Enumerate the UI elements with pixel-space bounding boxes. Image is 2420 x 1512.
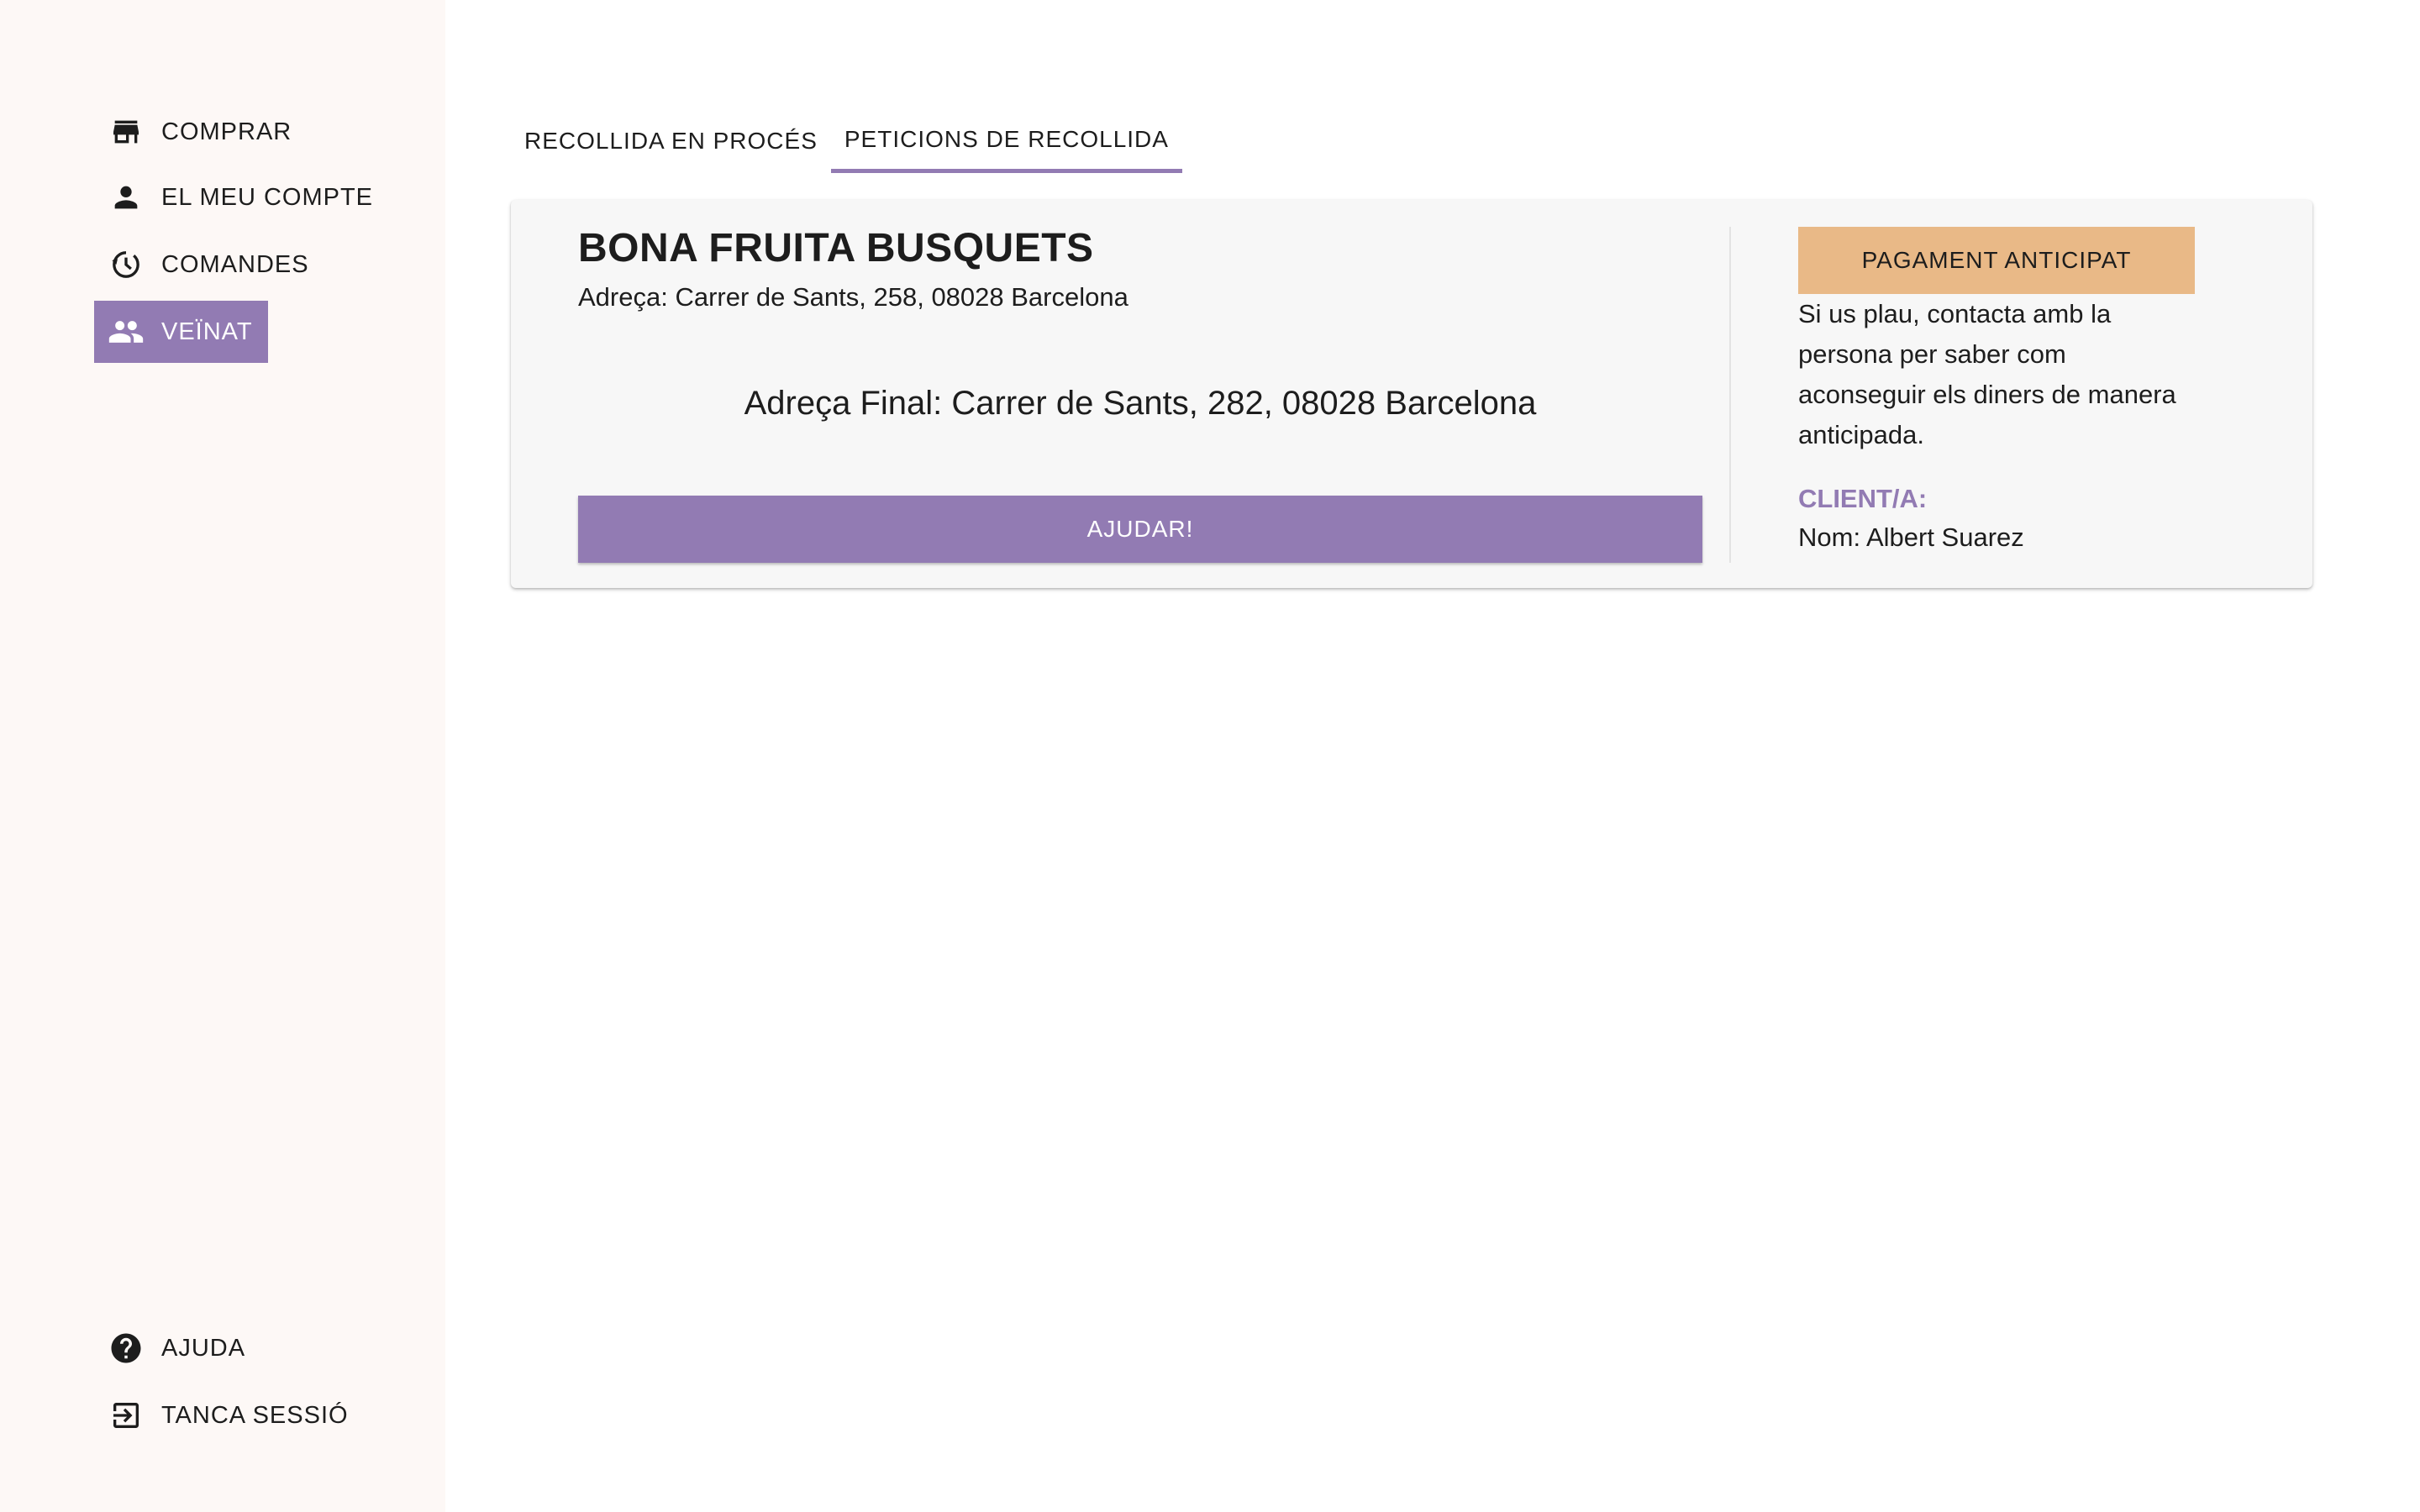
help-button[interactable]: AJUDAR! bbox=[578, 496, 1702, 563]
app: COMPRAR EL MEU COMPTE COMANDES VEÏNAT AJ… bbox=[0, 0, 2420, 1512]
client-name: Nom: Albert Suarez bbox=[1798, 522, 2024, 552]
sidebar-item-label: AJUDA bbox=[161, 1334, 246, 1362]
sidebar-item-ajuda[interactable]: AJUDA bbox=[94, 1317, 260, 1379]
person-icon bbox=[108, 179, 145, 216]
help-icon bbox=[108, 1330, 145, 1367]
sidebar: COMPRAR EL MEU COMPTE COMANDES VEÏNAT AJ… bbox=[0, 0, 445, 1512]
request-card: BONA FRUITA BUSQUETS Adreça: Carrer de S… bbox=[511, 200, 2312, 588]
payment-badge: PAGAMENT ANTICIPAT bbox=[1798, 227, 2195, 294]
history-icon bbox=[108, 246, 145, 283]
sidebar-item-veinat[interactable]: VEÏNAT bbox=[94, 301, 268, 363]
tab-bar: RECOLLIDA EN PROCÉS PETICIONS DE RECOLLI… bbox=[511, 109, 1182, 173]
tab-peticions-de-recollida[interactable]: PETICIONS DE RECOLLIDA bbox=[830, 109, 1182, 173]
final-address: Adreça Final: Carrer de Sants, 282, 0802… bbox=[744, 385, 1537, 422]
sidebar-item-label: COMPRAR bbox=[161, 118, 292, 145]
client-heading: CLIENT/A: bbox=[1798, 484, 1928, 513]
sidebar-item-label: COMANDES bbox=[161, 250, 309, 278]
sidebar-item-el-meu-compte[interactable]: EL MEU COMPTE bbox=[94, 166, 388, 228]
sidebar-item-comandes[interactable]: COMANDES bbox=[94, 234, 324, 296]
people-icon bbox=[108, 313, 145, 350]
sidebar-item-label: EL MEU COMPTE bbox=[161, 183, 374, 211]
shop-name: BONA FRUITA BUSQUETS bbox=[578, 226, 1094, 270]
store-icon bbox=[108, 113, 145, 150]
tab-recollida-en-proces[interactable]: RECOLLIDA EN PROCÉS bbox=[511, 109, 831, 173]
sidebar-item-comprar[interactable]: COMPRAR bbox=[94, 101, 307, 163]
card-divider bbox=[1729, 227, 1731, 563]
logout-icon bbox=[108, 1397, 145, 1434]
sidebar-item-tanca-sessio[interactable]: TANCA SESSIÓ bbox=[94, 1384, 364, 1446]
sidebar-item-label: TANCA SESSIÓ bbox=[161, 1401, 349, 1429]
sidebar-item-label: VEÏNAT bbox=[161, 318, 253, 345]
payment-note: Si us plau, contacta amb la persona per … bbox=[1798, 299, 2176, 449]
shop-address: Adreça: Carrer de Sants, 258, 08028 Barc… bbox=[578, 282, 1128, 312]
